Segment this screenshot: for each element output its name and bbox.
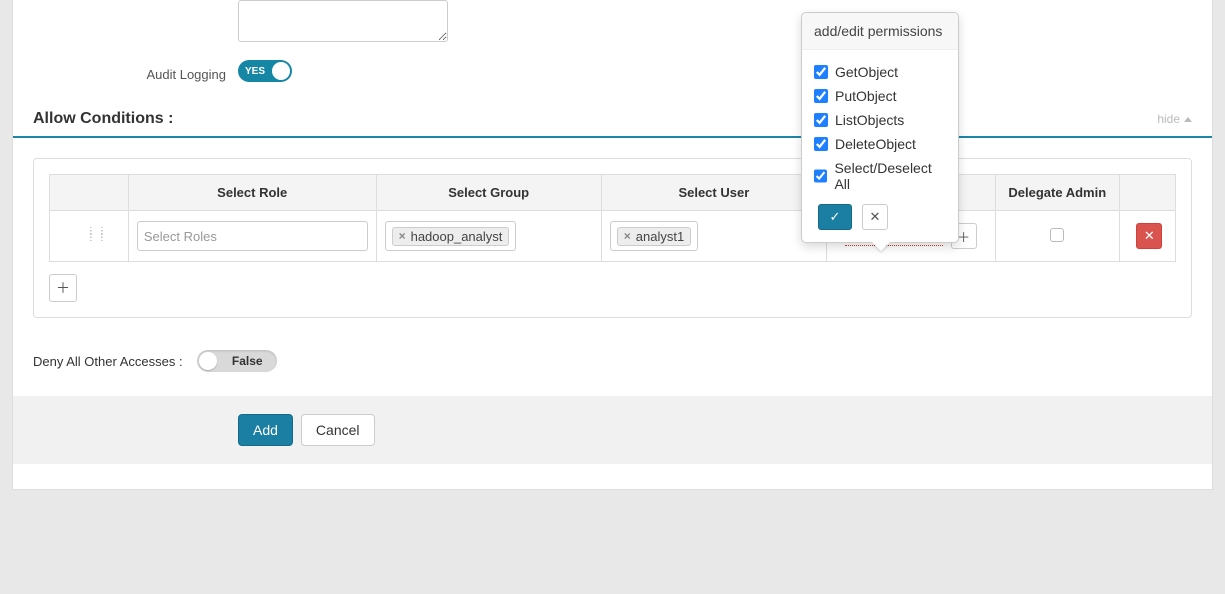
confirm-permissions-button[interactable]: ✓	[818, 204, 852, 230]
header-select-group: Select Group	[376, 175, 601, 211]
description-textarea[interactable]	[238, 0, 448, 42]
perm-checkbox-getobject[interactable]	[814, 65, 828, 79]
hide-toggle[interactable]: hide	[1157, 112, 1192, 126]
role-placeholder: Select Roles	[144, 229, 217, 244]
hide-label: hide	[1157, 112, 1180, 126]
close-icon: ✕	[870, 209, 881, 225]
remove-tag-icon[interactable]: ×	[399, 229, 406, 243]
close-icon: ✕	[1144, 228, 1155, 244]
perm-item[interactable]: GetObject	[814, 60, 946, 84]
audit-logging-toggle[interactable]: YES	[238, 60, 292, 82]
group-tag-label: hadoop_analyst	[411, 229, 503, 244]
user-tag: × analyst1	[617, 227, 691, 246]
perm-checkbox-listobjects[interactable]	[814, 113, 828, 127]
deny-all-label: Deny All Other Accesses :	[33, 354, 183, 369]
perm-label: GetObject	[835, 64, 898, 80]
select-role-input[interactable]: Select Roles	[137, 221, 368, 251]
deny-toggle-text: False	[232, 354, 263, 368]
remove-row-button[interactable]: ✕	[1136, 223, 1162, 249]
add-row-button[interactable]: ＋	[49, 274, 77, 302]
add-button[interactable]: Add	[238, 414, 293, 446]
check-icon: ✓	[830, 209, 841, 225]
permissions-popover: add/edit permissions GetObject PutObject…	[801, 12, 959, 243]
header-select-user: Select User	[601, 175, 826, 211]
deny-all-toggle[interactable]: False	[197, 350, 277, 372]
perm-checkbox-selectall[interactable]	[814, 169, 827, 183]
header-delegate-admin: Delegate Admin	[995, 175, 1119, 211]
condition-row: ⋮⋮⋮⋮⋮⋮ Select Roles × hadoop_analyst	[50, 211, 1176, 262]
perm-label: ListObjects	[835, 112, 904, 128]
cancel-permissions-button[interactable]: ✕	[862, 204, 888, 230]
perm-label: PutObject	[835, 88, 896, 104]
popover-arrow-icon	[872, 242, 890, 251]
perm-item[interactable]: DeleteObject	[814, 132, 946, 156]
popover-title: add/edit permissions	[802, 13, 958, 50]
header-select-role: Select Role	[128, 175, 376, 211]
cancel-button[interactable]: Cancel	[301, 414, 375, 446]
perm-label: Select/Deselect All	[834, 160, 946, 192]
drag-handle[interactable]: ⋮⋮⋮⋮⋮⋮	[50, 211, 129, 262]
select-user-input[interactable]: × analyst1	[610, 221, 698, 251]
perm-label: DeleteObject	[835, 136, 916, 152]
allow-conditions-title: Allow Conditions :	[33, 110, 173, 128]
perm-item[interactable]: PutObject	[814, 84, 946, 108]
chevron-up-icon	[1184, 117, 1192, 122]
group-tag: × hadoop_analyst	[392, 227, 510, 246]
perm-checkbox-putobject[interactable]	[814, 89, 828, 103]
perm-item[interactable]: Select/Deselect All	[814, 156, 946, 196]
user-tag-label: analyst1	[636, 229, 684, 244]
remove-tag-icon[interactable]: ×	[624, 229, 631, 243]
perm-checkbox-deleteobject[interactable]	[814, 137, 828, 151]
delegate-admin-checkbox[interactable]	[1050, 228, 1064, 242]
plus-icon: ＋	[56, 278, 70, 298]
audit-logging-label: Audit Logging	[33, 61, 238, 82]
perm-item[interactable]: ListObjects	[814, 108, 946, 132]
plus-icon: ＋	[957, 227, 970, 246]
select-group-input[interactable]: × hadoop_analyst	[385, 221, 517, 251]
audit-toggle-text: YES	[245, 66, 265, 77]
